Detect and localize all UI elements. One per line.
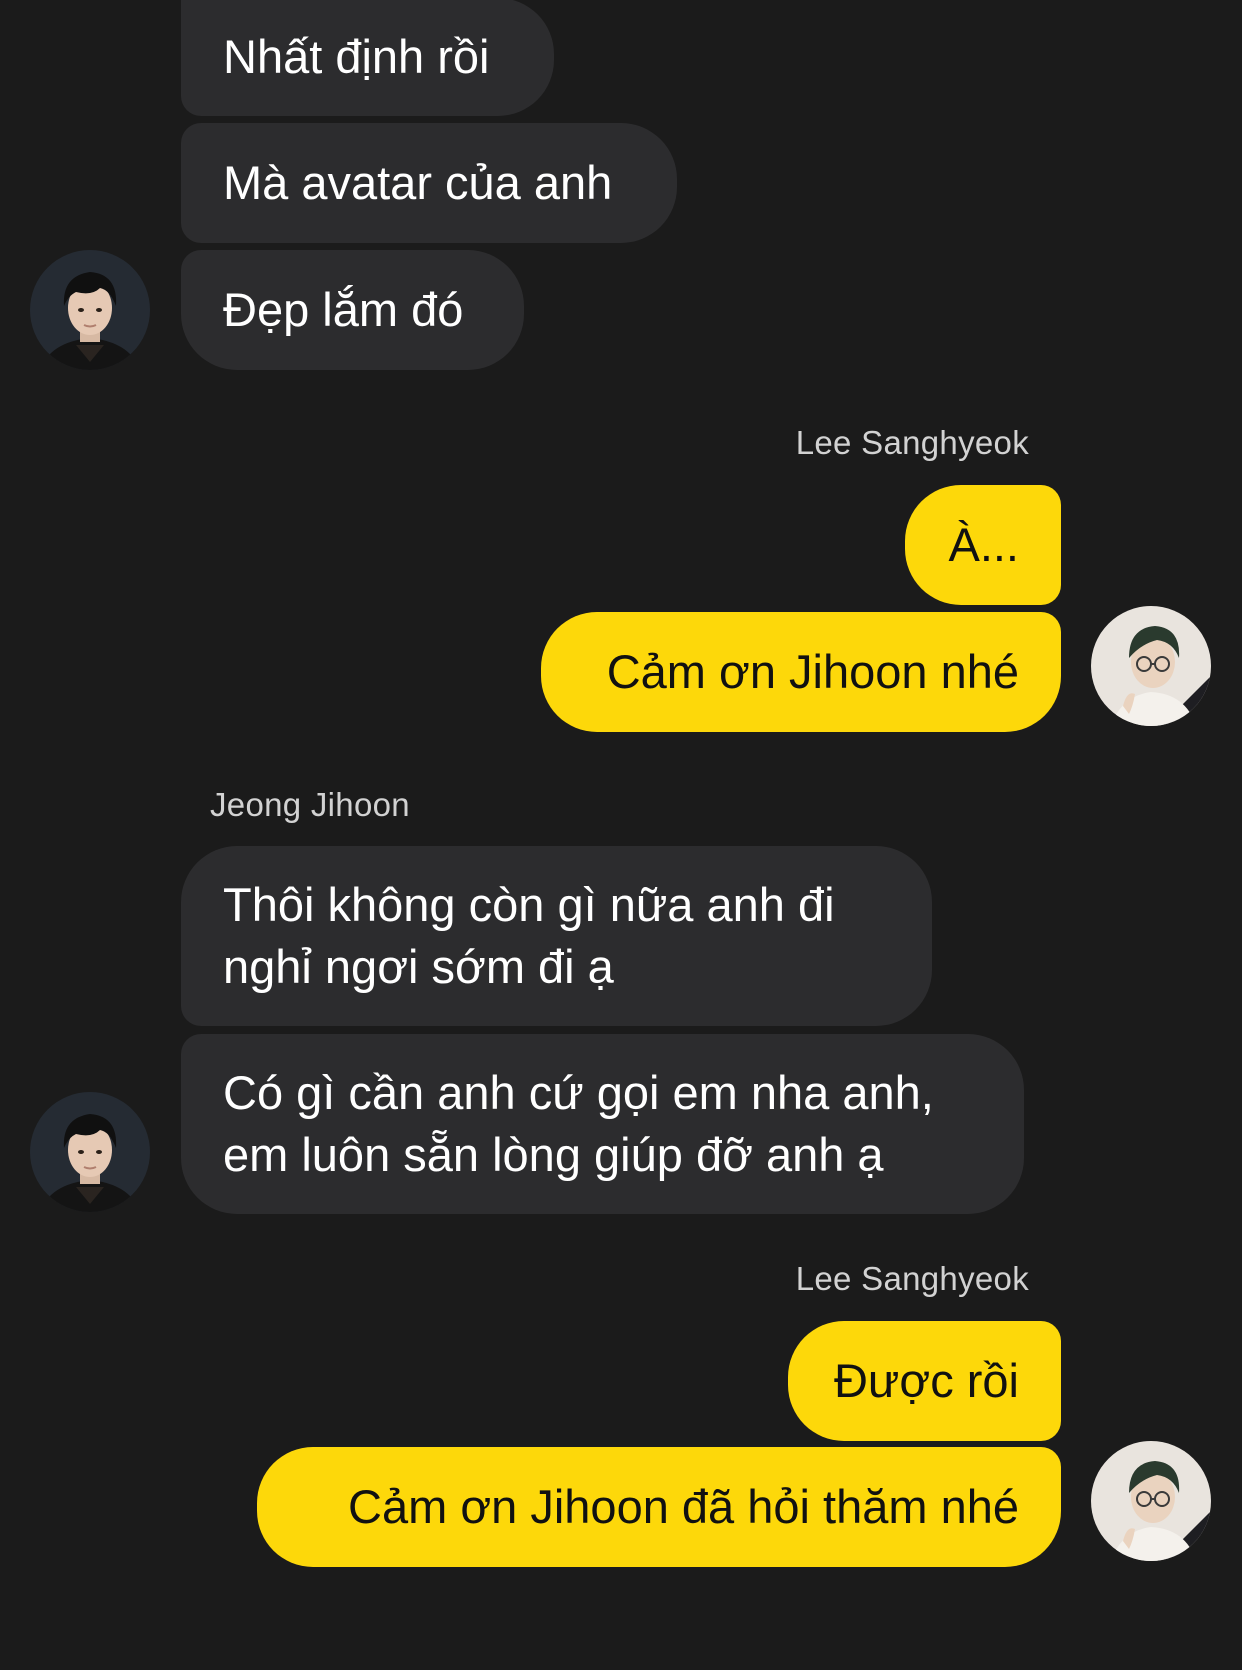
message-text: Đẹp lắm đó [223, 283, 464, 336]
message-text: Thôi không còn gì nữa anh đi nghỉ ngơi s… [223, 878, 835, 993]
message-bubble-incoming[interactable]: Có gì cần anh cứ gọi em nha anh, em luôn… [181, 1034, 1024, 1214]
person-avatar-icon [1091, 606, 1211, 726]
message-bubble-incoming[interactable]: Mà avatar của anh [181, 123, 677, 243]
message-bubble-incoming[interactable]: Đẹp lắm đó [181, 250, 524, 370]
message-text: Mà avatar của anh [223, 156, 613, 209]
jeong-jihoon-avatar[interactable] [30, 250, 150, 370]
message-text: Có gì cần anh cứ gọi em nha anh, em luôn… [223, 1066, 934, 1181]
person-avatar-icon [1091, 1441, 1211, 1561]
lee-sanghyeok-avatar[interactable] [1091, 606, 1211, 726]
message-bubble-outgoing[interactable]: Được rồi [788, 1321, 1061, 1441]
sender-name: Jeong Jihoon [210, 786, 410, 823]
message-bubble-outgoing[interactable]: À... [905, 485, 1061, 605]
sender-name: Lee Sanghyeok [795, 1260, 1029, 1297]
message-bubble-incoming[interactable]: Thôi không còn gì nữa anh đi nghỉ ngơi s… [181, 846, 932, 1026]
jeong-jihoon-avatar[interactable] [30, 1092, 150, 1212]
message-bubble-outgoing[interactable]: Cảm ơn Jihoon nhé [541, 612, 1061, 732]
message-bubble-incoming[interactable]: Nhất định rồi [181, 0, 554, 116]
message-text: Cảm ơn Jihoon đã hỏi thăm nhé [348, 1480, 1019, 1533]
lee-sanghyeok-avatar[interactable] [1091, 1441, 1211, 1561]
person-avatar-icon [30, 1092, 150, 1212]
sender-name: Lee Sanghyeok [795, 424, 1029, 461]
message-bubble-outgoing[interactable]: Cảm ơn Jihoon đã hỏi thăm nhé [257, 1447, 1061, 1567]
message-text: À... [948, 518, 1019, 571]
message-text: Cảm ơn Jihoon nhé [606, 645, 1019, 698]
message-text: Nhất định rồi [223, 30, 490, 83]
message-text: Được rồi [833, 1354, 1019, 1407]
person-avatar-icon [30, 250, 150, 370]
